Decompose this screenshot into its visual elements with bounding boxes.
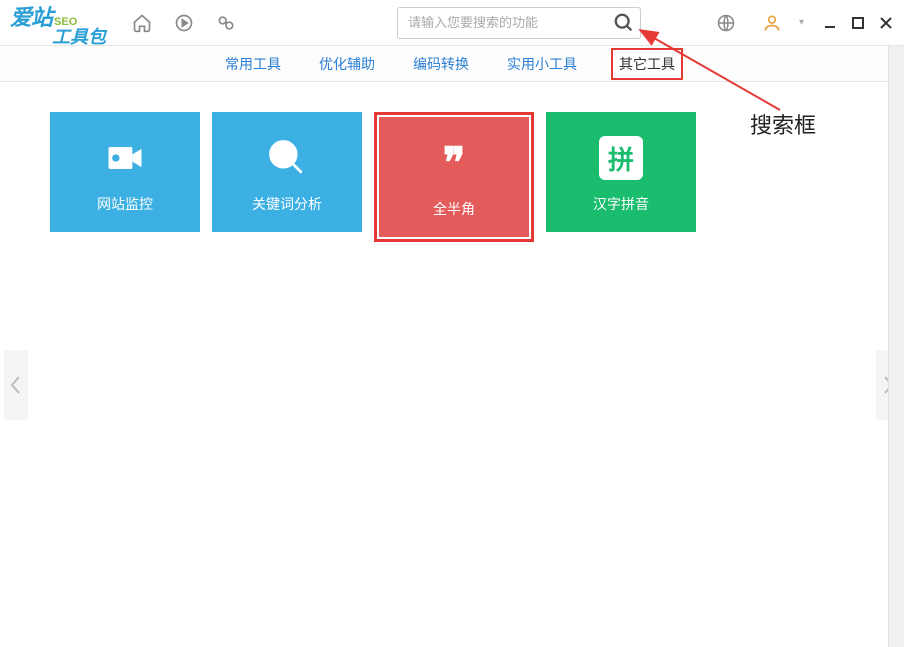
magnify-circle-icon [265, 131, 309, 186]
tile-label: 全半角 [433, 199, 475, 219]
nav-bar: 常用工具 优化辅助 编码转换 实用小工具 其它工具 [0, 46, 904, 82]
carousel-prev-button[interactable] [4, 350, 28, 420]
nav-item-other-tools[interactable]: 其它工具 [611, 48, 683, 80]
globe-icon[interactable] [709, 6, 743, 40]
tile-wrap: 拼 汉字拼音 [546, 112, 696, 242]
nav-item-optimize[interactable]: 优化辅助 [315, 48, 379, 80]
tile-label: 网站监控 [97, 194, 153, 214]
maximize-button[interactable] [850, 15, 866, 31]
minimize-button[interactable] [822, 15, 838, 31]
user-dropdown-icon[interactable]: ▾ [799, 17, 804, 28]
user-icon[interactable] [755, 6, 789, 40]
tile-wrap: 网站监控 [50, 112, 200, 242]
logo-text-main: 爱站 [10, 0, 52, 32]
search-button[interactable] [613, 12, 635, 34]
content-area: 网站监控 关键词分析 ❞ 全半角 拼 汉字拼音 [0, 82, 904, 272]
logo-text-seo: SEO [54, 17, 106, 28]
home-icon[interactable] [125, 6, 159, 40]
link-icon[interactable] [209, 6, 243, 40]
tile-label: 汉字拼音 [593, 194, 649, 214]
vertical-scrollbar[interactable] [888, 46, 904, 647]
tile-label: 关键词分析 [252, 194, 322, 214]
camera-icon [103, 131, 147, 186]
logo-text-bag: 工具包 [52, 28, 106, 46]
tile-wrap: 关键词分析 [212, 112, 362, 242]
tile-pinyin[interactable]: 拼 汉字拼音 [546, 112, 696, 232]
app-logo: 爱站 SEO 工具包 [10, 0, 106, 46]
search-box [397, 7, 641, 39]
play-circle-icon[interactable] [167, 6, 201, 40]
titlebar-right: ▾ [707, 6, 894, 40]
tile-wrap-highlighted: ❞ 全半角 [374, 112, 534, 242]
tile-full-half-width[interactable]: ❞ 全半角 [379, 117, 529, 237]
tile-keyword-analysis[interactable]: 关键词分析 [212, 112, 362, 232]
nav-item-common-tools[interactable]: 常用工具 [221, 48, 285, 80]
nav-item-practical[interactable]: 实用小工具 [503, 48, 581, 80]
nav-item-encoding[interactable]: 编码转换 [409, 48, 473, 80]
search-input[interactable] [397, 7, 641, 39]
close-button[interactable] [878, 15, 894, 31]
quote-icon: ❞ [443, 136, 466, 191]
title-bar: 爱站 SEO 工具包 ▾ [0, 0, 904, 46]
pinyin-icon: 拼 [599, 131, 643, 186]
tile-site-monitor[interactable]: 网站监控 [50, 112, 200, 232]
